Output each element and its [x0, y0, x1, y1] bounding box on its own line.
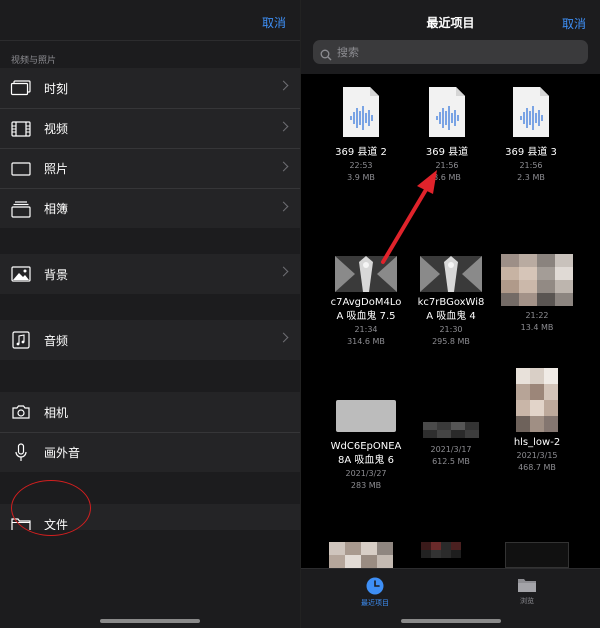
- sidebar-item-label: 相簿: [44, 202, 69, 216]
- group-spacer: [0, 228, 300, 254]
- file-time: 2021/3/27: [345, 469, 387, 478]
- camera-icon: [10, 401, 32, 423]
- file-name-line2: A 吸血鬼 4: [426, 311, 476, 322]
- file-name: 369 县道 3: [505, 147, 557, 158]
- file-size: 3.9 MB: [347, 173, 375, 182]
- audio-file-icon: [342, 86, 380, 138]
- sidebar-item-videos[interactable]: 视频: [0, 108, 300, 148]
- chevron-right-icon: [278, 201, 289, 212]
- home-indicator: [100, 619, 200, 623]
- file-name: hls_low-2: [513, 437, 561, 448]
- file-item[interactable]: [421, 542, 461, 558]
- file-time: 2021/3/15: [516, 451, 558, 460]
- chevron-right-icon: [278, 161, 289, 172]
- chevron-right-icon: [278, 80, 289, 91]
- sidebar-item-label: 视频: [44, 122, 69, 136]
- music-note-icon: [10, 329, 32, 351]
- sidebar-item-label: 照片: [44, 162, 69, 176]
- chevron-right-icon: [278, 121, 289, 132]
- dark-thumbnail: [505, 542, 569, 568]
- file-size: 283 MB: [350, 481, 382, 490]
- sidebar-item-moments[interactable]: 时刻: [0, 68, 300, 108]
- pixelated-thumbnail: [501, 254, 573, 306]
- sidebar-item-label: 背景: [44, 267, 69, 282]
- backgrounds-group: 背景: [0, 254, 300, 294]
- sidebar-item-label: 画外音: [44, 446, 81, 460]
- home-indicator: [401, 619, 501, 623]
- sidebar-item-backgrounds[interactable]: 背景: [0, 254, 300, 294]
- file-name: 369 县道 2: [335, 147, 387, 158]
- file-size: 468.7 MB: [518, 463, 556, 472]
- audio-group: 音频: [0, 320, 300, 360]
- file-browser-panel: 最近项目 取消 搜索 369 县道 2 22:53 3.9 MB 369 县道 …: [300, 0, 600, 628]
- browser-header: 最近项目 取消 搜索: [301, 0, 600, 74]
- audio-file-icon: [512, 86, 550, 138]
- file-size: 2.3 MB: [517, 173, 545, 182]
- pixelated-thumbnail: [421, 542, 461, 558]
- sidebar-item-label: 音频: [44, 333, 69, 348]
- file-time: 21:56: [519, 161, 543, 170]
- audio-file-icon: [428, 86, 466, 138]
- file-time: 21:30: [439, 325, 463, 334]
- tab-label: 最近项目: [361, 599, 389, 607]
- file-size: 295.8 MB: [432, 337, 470, 346]
- file-item[interactable]: 21:22 13.4 MB: [487, 254, 587, 334]
- sidebar-item-label: 相机: [44, 405, 69, 420]
- left-header: 取消: [0, 0, 300, 40]
- pixelated-thumbnail: [516, 368, 558, 432]
- sidebar-item-label: 时刻: [44, 81, 69, 96]
- videos-photos-group: 时刻 视频 照片 相簿: [0, 68, 300, 228]
- search-input[interactable]: 搜索: [313, 40, 588, 64]
- tab-browse[interactable]: 浏览: [497, 577, 557, 606]
- file-item[interactable]: 2021/3/17 612.5 MB: [401, 414, 501, 468]
- sidebar-item-audio[interactable]: 音频: [0, 320, 300, 360]
- file-size: 612.5 MB: [432, 457, 470, 466]
- sidebar-item-camera[interactable]: 相机: [0, 392, 300, 432]
- media-source-panel: 取消 视频与照片 时刻 视频 照片 相簿 背景 音频 相机 画外音 文件: [0, 0, 300, 628]
- file-item[interactable]: [329, 542, 393, 568]
- tab-bar: 最近项目 浏览: [301, 568, 600, 628]
- clock-icon: [366, 577, 384, 595]
- left-footer: [0, 530, 300, 628]
- group-spacer: [0, 360, 300, 392]
- sidebar-item-photos[interactable]: 照片: [0, 148, 300, 188]
- video-thumbnail: [336, 400, 396, 432]
- file-item[interactable]: 369 县道 3 21:56 2.3 MB: [481, 86, 581, 184]
- file-time: 2021/3/17: [430, 445, 472, 454]
- moments-icon: [10, 77, 32, 99]
- section-title: 视频与照片: [0, 40, 300, 68]
- file-item[interactable]: [505, 542, 569, 568]
- chevron-right-icon: [278, 332, 289, 343]
- photo-icon: [10, 158, 32, 180]
- sidebar-item-albums[interactable]: 相簿: [0, 188, 300, 228]
- landscape-icon: [10, 263, 32, 285]
- pixelated-thumbnail: [329, 542, 393, 568]
- folder-icon: [517, 577, 537, 593]
- right-cancel-button[interactable]: 取消: [562, 15, 586, 32]
- album-icon: [10, 198, 32, 220]
- file-size: 13.4 MB: [520, 323, 554, 332]
- group-spacer: [0, 294, 300, 320]
- chevron-right-icon: [278, 266, 289, 277]
- tab-recents[interactable]: 最近项目: [345, 577, 405, 608]
- file-time: 22:53: [349, 161, 373, 170]
- file-name: kc7rBGoxWi8: [417, 297, 485, 308]
- sidebar-item-voiceover[interactable]: 画外音: [0, 432, 300, 472]
- file-time: 21:22: [525, 311, 549, 320]
- search-icon: [320, 46, 332, 61]
- page-title: 最近项目: [426, 16, 475, 30]
- file-item[interactable]: kc7rBGoxWi8 A 吸血鬼 4 21:30 295.8 MB: [401, 256, 501, 348]
- file-item[interactable]: 369 县道 2 22:53 3.9 MB: [311, 86, 411, 184]
- video-thumbnail: [420, 256, 482, 292]
- search-placeholder: 搜索: [337, 46, 359, 59]
- pixelated-thumbnail: [423, 414, 479, 438]
- microphone-icon: [10, 442, 32, 464]
- file-item[interactable]: hls_low-2 2021/3/15 468.7 MB: [487, 368, 587, 474]
- video-thumbnail: [335, 256, 397, 292]
- tab-label: 浏览: [520, 597, 534, 605]
- capture-group: 相机 画外音: [0, 392, 300, 472]
- left-cancel-button[interactable]: 取消: [262, 14, 286, 31]
- film-icon: [10, 118, 32, 140]
- annotation-circle: [11, 480, 91, 536]
